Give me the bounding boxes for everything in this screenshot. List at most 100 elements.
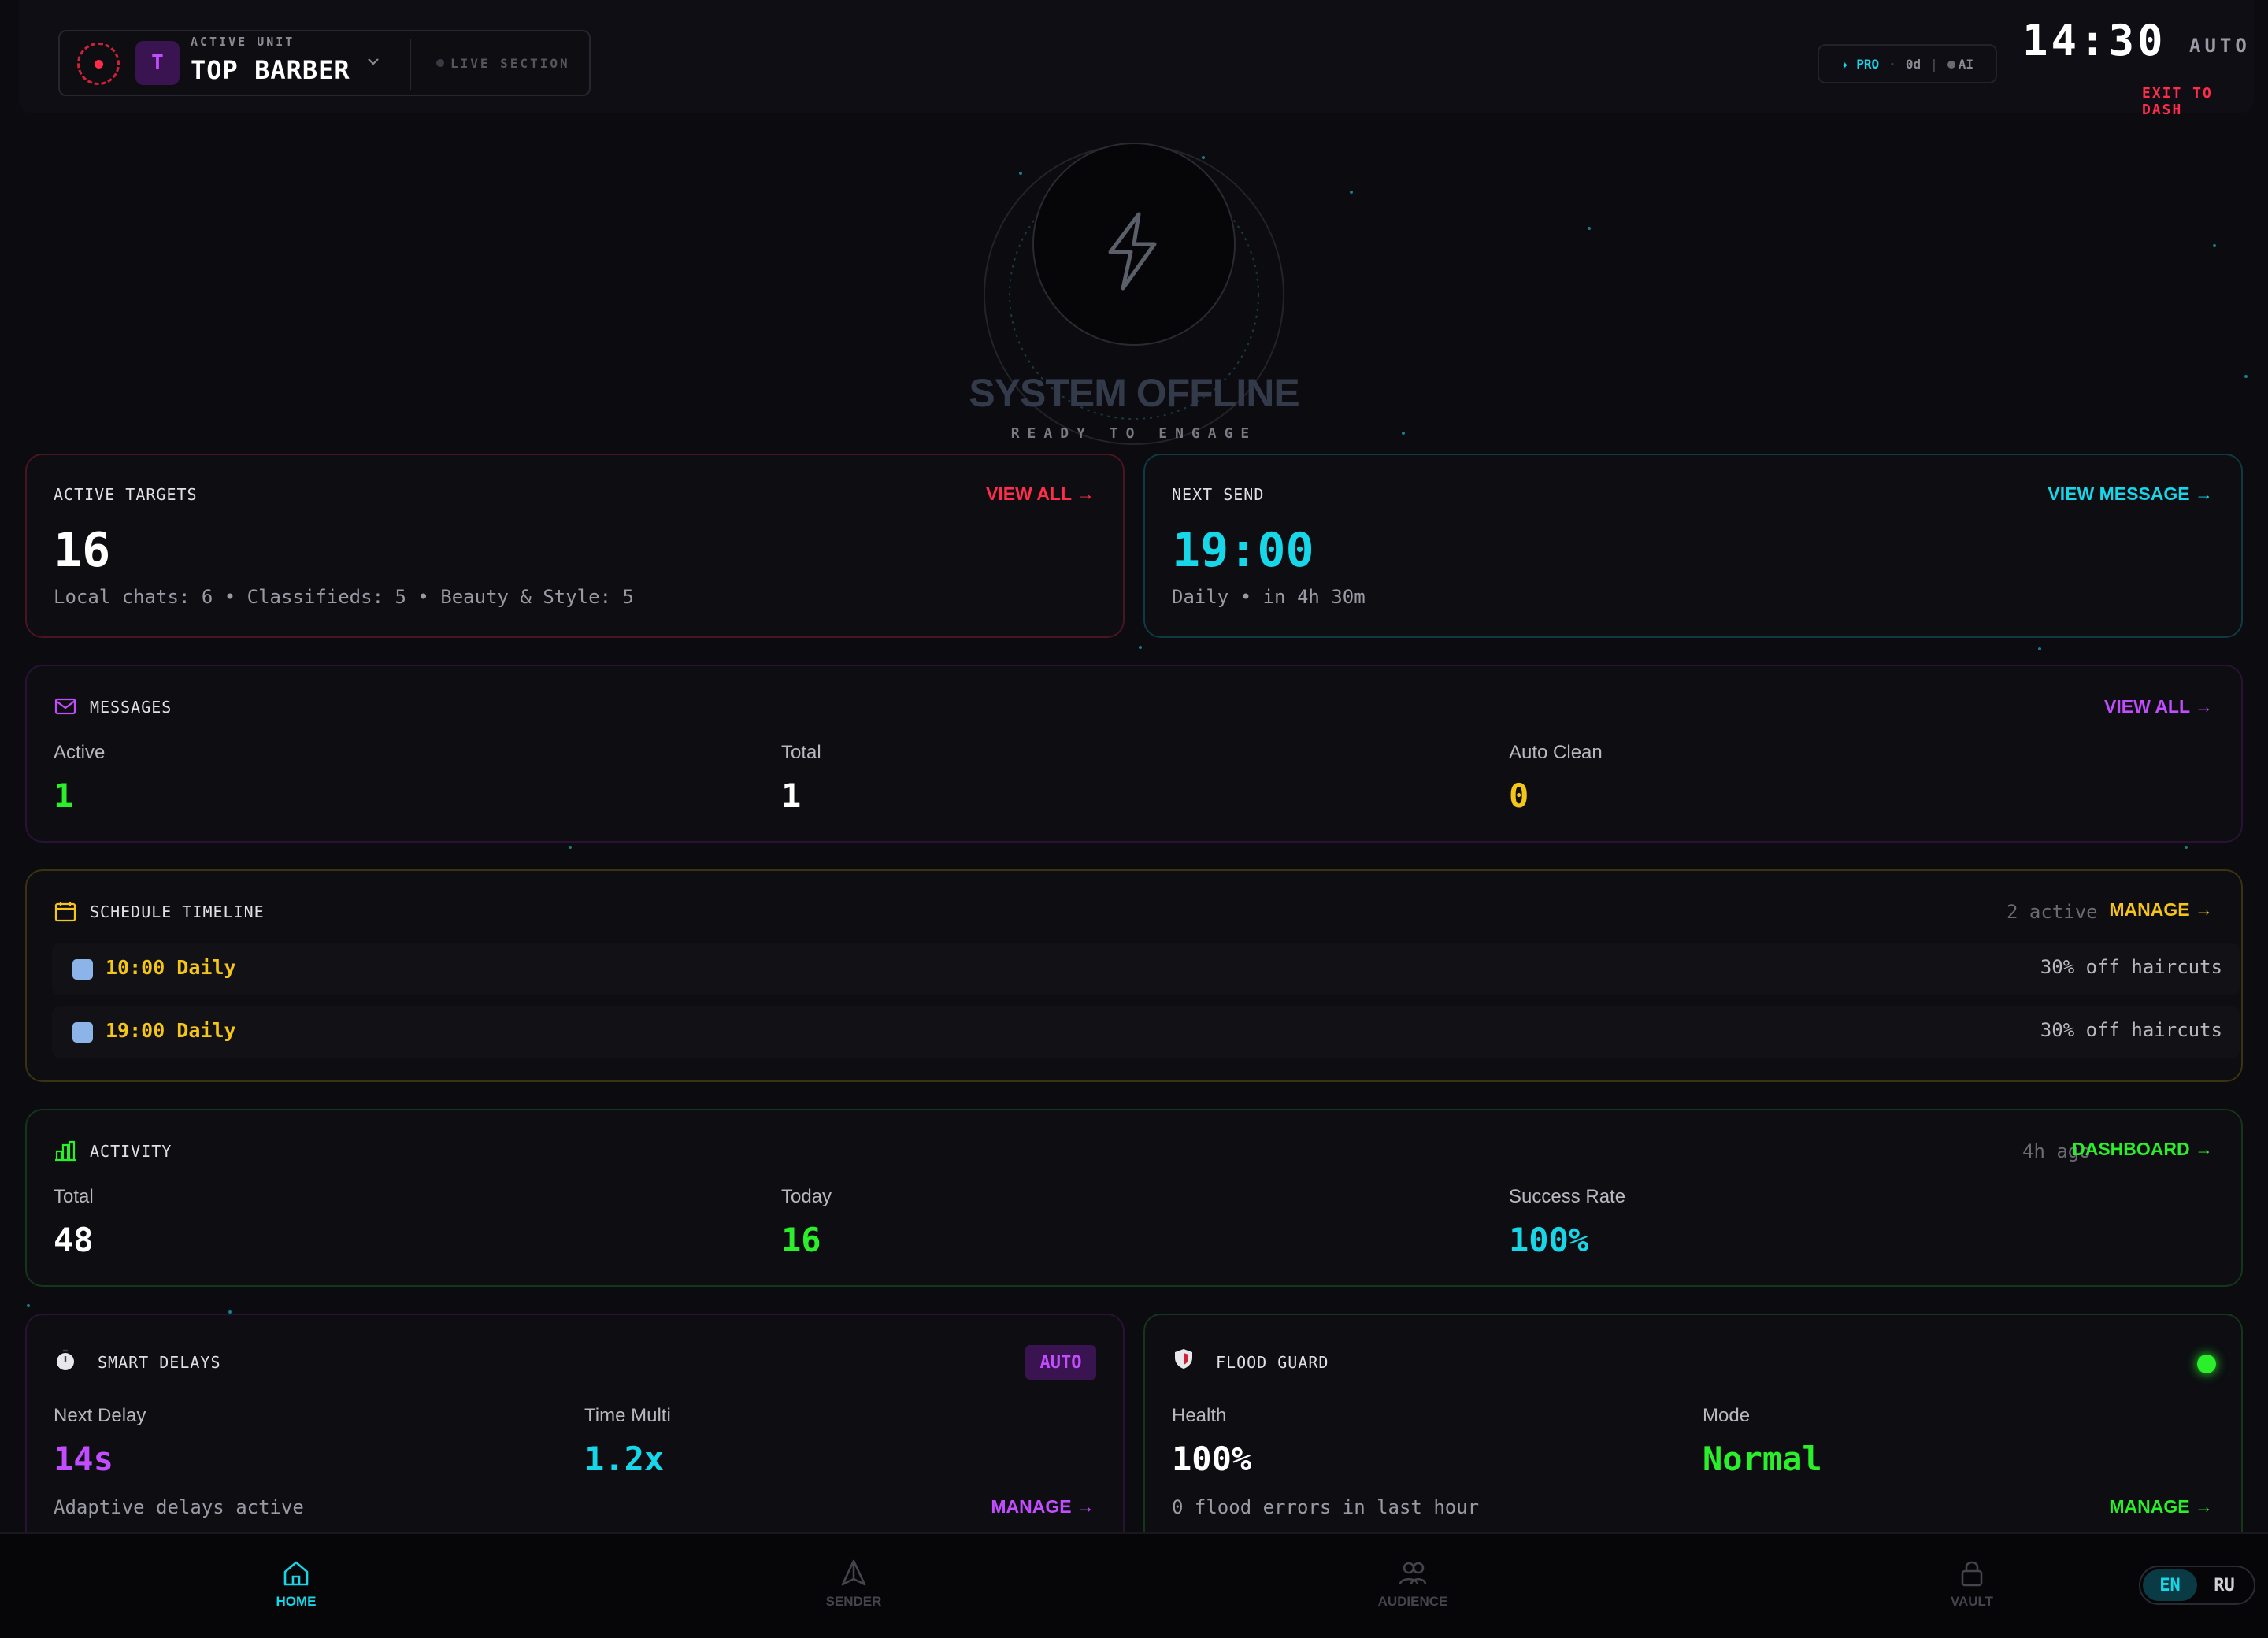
stat-value-today: 16 [781,1221,821,1259]
star-decoration [1350,191,1353,194]
ai-label: AI [1958,56,1973,72]
schedule-timeline-card: SCHEDULE TIMELINE 2 active MANAGE → 10:0… [25,869,2243,1082]
top-bar: T ACTIVE UNIT TOP BARBER LIVE SECTION ✦ … [19,0,2254,118]
system-status-title: SYSTEM OFFLINE [969,371,1299,415]
health-value: 100% [1172,1440,1252,1478]
stat-label: Auto Clean [1509,742,1603,763]
next-send-card: NEXT SEND VIEW MESSAGE → 19:00 Daily • i… [1143,454,2243,638]
star-decoration [2185,846,2188,849]
app-root: T ACTIVE UNIT TOP BARBER LIVE SECTION ✦ … [0,0,2268,1638]
card-caption: ACTIVE TARGETS [54,485,198,504]
lock-icon [1961,1561,1983,1587]
schedule-time: 19:00 Daily [106,1019,236,1042]
ai-dot-icon [1947,60,1955,69]
star-decoration [569,846,572,849]
mode-label[interactable]: AUTO [2189,35,2251,57]
stat-label: Today [781,1186,832,1207]
nav-label: VAULT [1950,1594,1994,1609]
bottom-nav: HOME SENDER AUDIENCE VAULT EN RU [0,1532,2268,1638]
status-dot-icon [436,59,444,67]
send-icon [841,1559,866,1586]
plan-badge: ✦ PRO [1841,56,1880,72]
lang-ru-option[interactable]: RU [2197,1569,2251,1601]
nav-vault[interactable]: VAULT [1909,1558,2035,1610]
targets-count: 16 [54,523,111,578]
stat-value-auto-clean: 0 [1509,776,1529,815]
nav-label: HOME [276,1594,317,1609]
stat-value-active: 1 [54,776,74,815]
separator: | [1930,56,1938,72]
lang-en-option[interactable]: EN [2143,1569,2197,1601]
nav-home[interactable]: HOME [233,1558,359,1610]
view-message-link[interactable]: VIEW MESSAGE → [2048,484,2213,505]
repeat-icon [72,1022,93,1043]
stat-value-success-rate: 100% [1509,1221,1589,1259]
manage-schedule-link[interactable]: MANAGE → [2109,899,2213,921]
view-all-messages-link[interactable]: VIEW ALL → [2104,696,2213,717]
mail-icon [54,698,76,715]
schedule-active-count: 2 active [2007,901,2098,923]
clock: 14:30 [2022,16,2166,65]
live-section-label: LIVE SECTION [450,56,570,71]
repeat-icon [72,959,93,980]
chevron-down-icon [368,58,379,65]
health-status-dot [2197,1354,2216,1373]
nav-audience[interactable]: AUDIENCE [1350,1558,1476,1610]
stat-label: Active [54,742,106,763]
language-toggle[interactable]: EN RU [2139,1566,2255,1605]
messages-card: MESSAGES VIEW ALL → Active 1 Total 1 Aut… [25,665,2243,843]
stat-value-total: 48 [54,1221,94,1259]
time-multi-value: 1.2x [584,1440,665,1478]
next-send-time: 19:00 [1172,523,1314,578]
unit-name: TOP BARBER [191,55,350,85]
live-section-indicator: LIVE SECTION [436,56,570,71]
stat-label: Total [781,742,821,763]
bar-chart-icon [55,1140,76,1162]
shield-icon [1175,1349,1192,1369]
home-icon [284,1561,309,1586]
nav-label: SENDER [825,1594,882,1609]
schedule-message: 30% off haircuts [2040,1019,2222,1041]
card-caption: ACTIVITY [90,1142,172,1161]
star-decoration [1139,646,1142,649]
stat-label: Time Multi [584,1405,671,1426]
ai-indicator: AI [1947,57,1973,72]
plan-label: PRO [1856,56,1880,72]
auto-badge: AUTO [1025,1345,1096,1380]
schedule-message: 30% off haircuts [2040,956,2222,978]
star-decoration [27,1304,30,1307]
exit-to-dash-link[interactable]: EXIT TO DASH [2142,85,2254,118]
stopwatch-icon [57,1349,74,1370]
card-caption: MESSAGES [90,698,172,717]
active-targets-card: ACTIVE TARGETS VIEW ALL → 16 Local chats… [25,454,1125,638]
schedule-row[interactable]: 19:00 Daily 30% off haircuts [52,1006,2240,1058]
separator: · [1888,56,1896,72]
stat-label: Next Delay [54,1405,146,1426]
flood-note: 0 flood errors in last hour [1172,1496,1480,1518]
card-caption: SMART DELAYS [98,1353,221,1372]
dashboard-link[interactable]: DASHBOARD → [2072,1139,2213,1160]
smart-delays-card: SMART DELAYS AUTO Next Delay 14s Time Mu… [25,1314,1125,1550]
calendar-icon [54,902,76,922]
star-decoration [2213,244,2216,247]
flood-guard-card: FLOOD GUARD Health 100% Mode Normal 0 fl… [1143,1314,2243,1550]
status-pill: ✦ PRO · 0d | AI [1818,44,1997,83]
system-status-subtitle: READY TO ENGAGE [984,425,1284,442]
star-decoration [1588,227,1591,230]
unit-caption: ACTIVE UNIT [191,35,295,49]
view-all-targets-link[interactable]: VIEW ALL → [986,484,1095,505]
nav-sender[interactable]: SENDER [791,1558,917,1610]
next-delay-value: 14s [54,1440,113,1478]
stat-label: Success Rate [1509,1186,1626,1207]
mode-value: Normal [1703,1440,1822,1478]
manage-delays-link[interactable]: MANAGE → [991,1496,1095,1518]
next-send-detail: Daily • in 4h 30m [1172,586,1366,608]
unit-selector[interactable]: T ACTIVE UNIT TOP BARBER LIVE SECTION [58,30,591,96]
star-decoration [2244,375,2248,378]
manage-flood-link[interactable]: MANAGE → [2109,1496,2213,1518]
delays-note: Adaptive delays active [54,1496,304,1518]
nav-label: AUDIENCE [1377,1594,1448,1609]
stat-label: Total [54,1186,94,1207]
schedule-row[interactable]: 10:00 Daily 30% off haircuts [52,943,2240,995]
schedule-time: 10:00 Daily [106,956,236,979]
